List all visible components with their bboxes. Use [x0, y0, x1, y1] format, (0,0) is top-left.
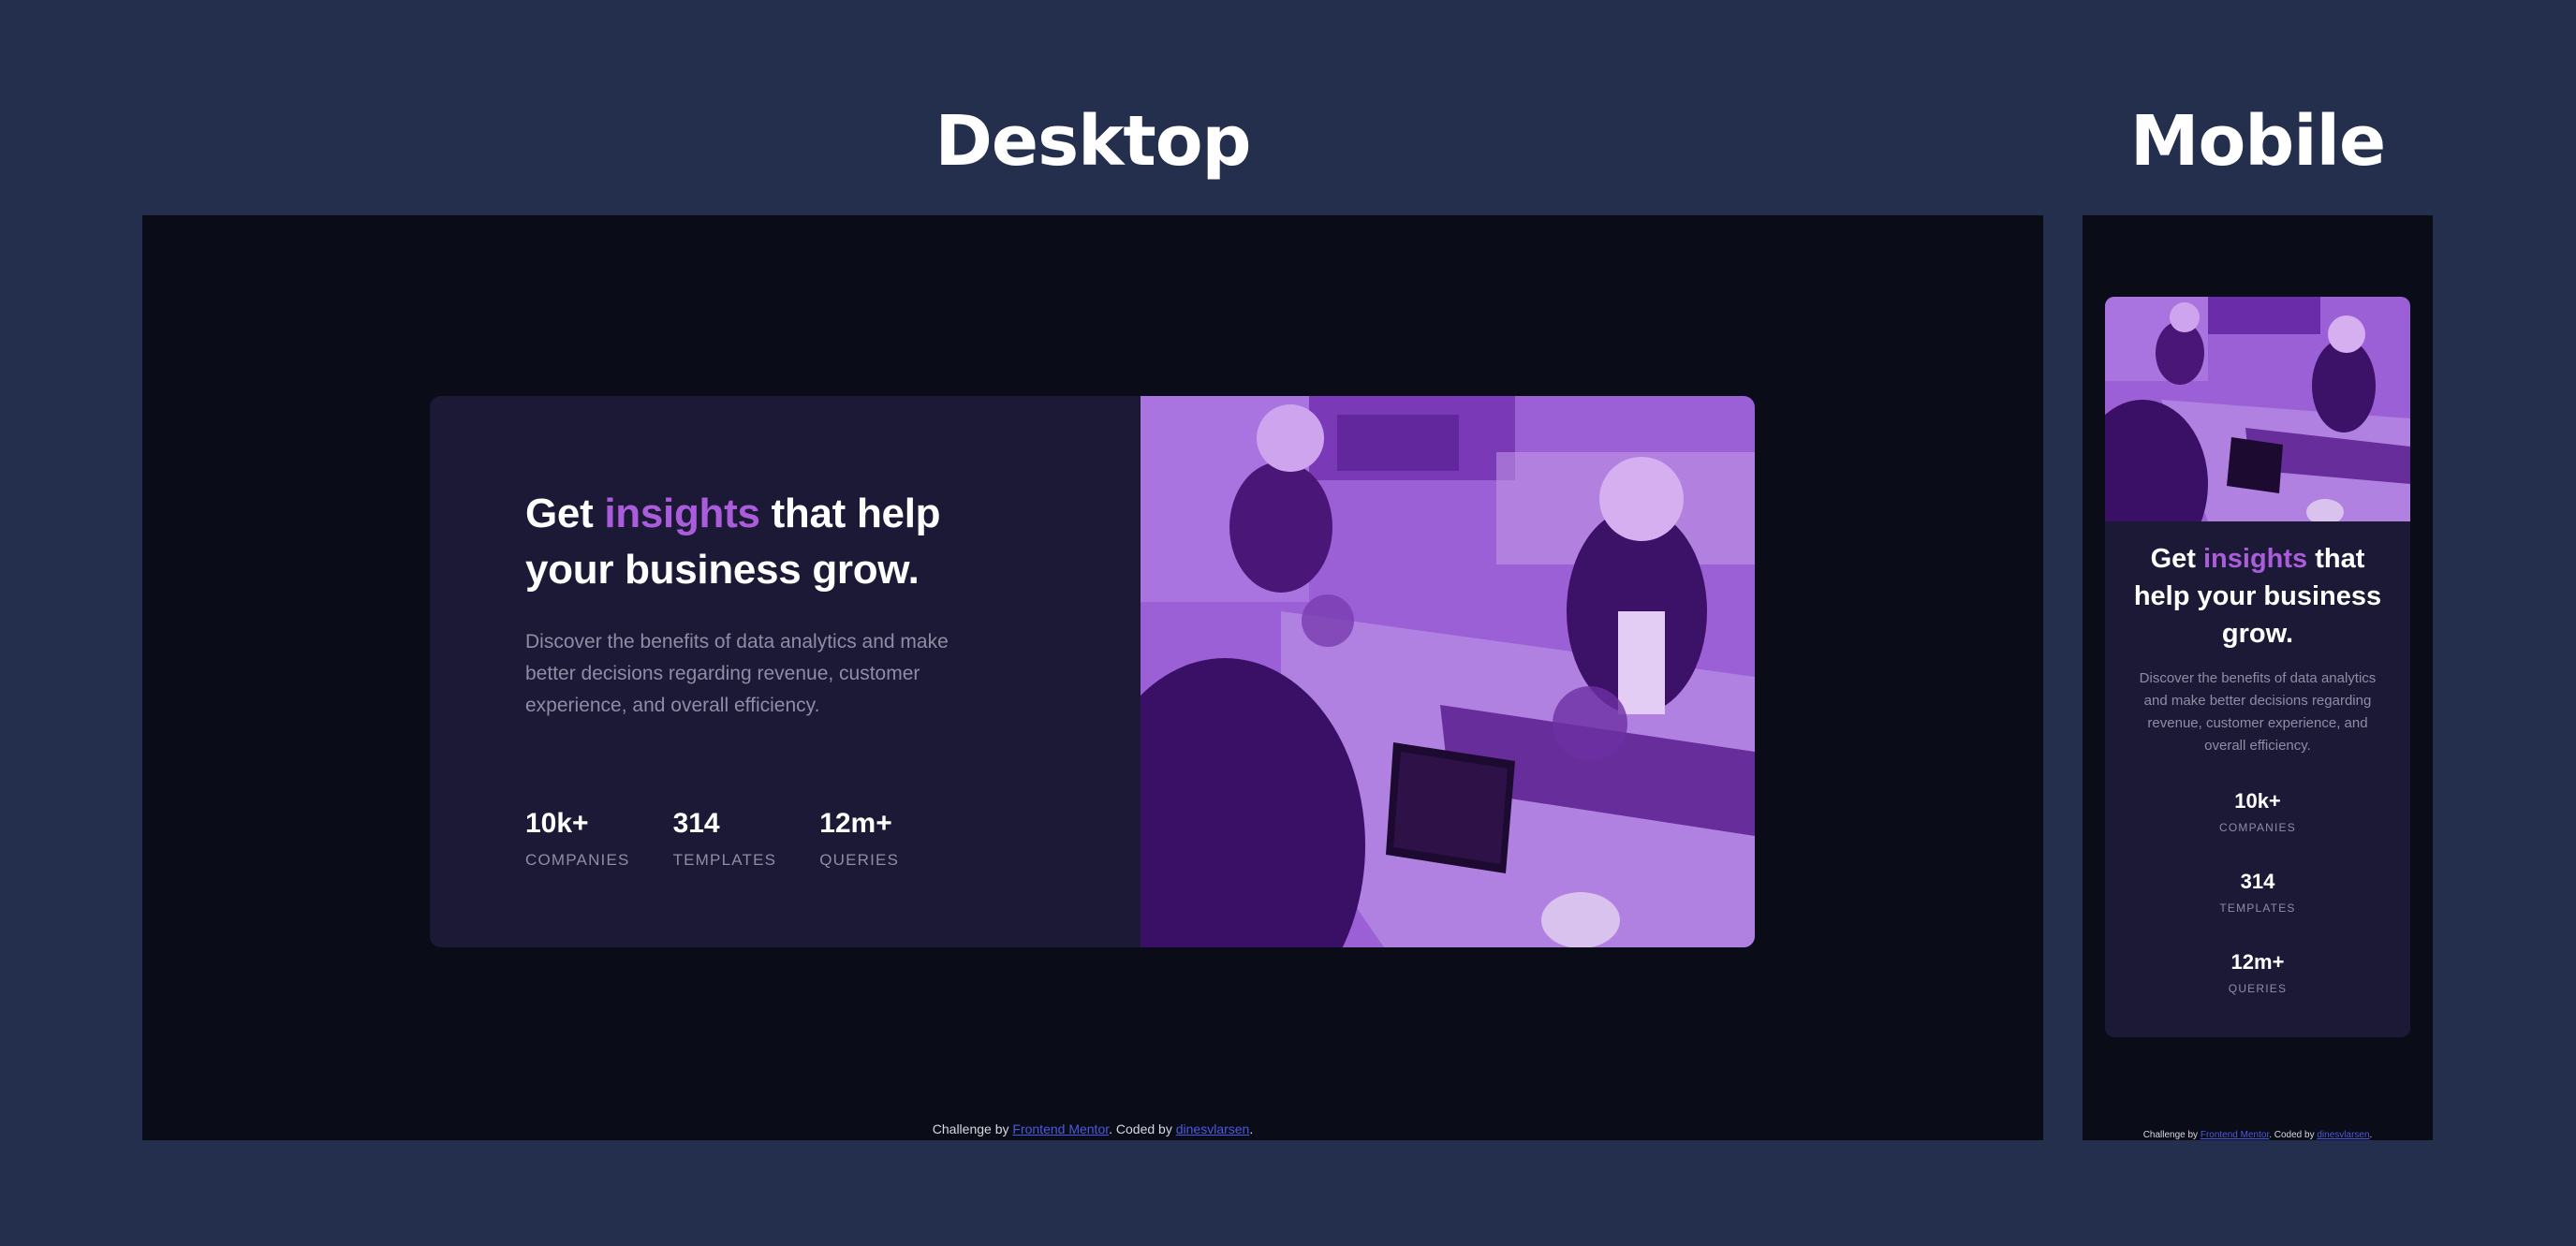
- author-link[interactable]: dinesvlarsen: [1176, 1121, 1250, 1136]
- stats-card: Get insights that help your business gro…: [430, 396, 1755, 947]
- stat-label: TEMPLATES: [672, 851, 777, 869]
- card-title: Get insights that help your business gro…: [2133, 544, 2382, 649]
- card-title: Get insights that help your business gro…: [525, 491, 941, 593]
- stat-value: 12m+: [819, 808, 892, 839]
- stat-label: COMPANIES: [2219, 821, 2296, 834]
- card-description: Discover the benefits of data analytics …: [2139, 670, 2377, 754]
- stat-companies: 10k+ COMPANIES: [2124, 789, 2392, 834]
- stat-label: QUERIES: [2228, 982, 2288, 995]
- stat-value: 314: [672, 808, 720, 839]
- title-accent: insights: [2203, 544, 2308, 574]
- stat-value: 12m+: [2230, 950, 2285, 974]
- title-accent: insights: [604, 491, 760, 536]
- author-link[interactable]: dinesvlarsen: [2317, 1130, 2369, 1140]
- stat-templates: 314 TEMPLATES: [2124, 870, 2392, 915]
- mobile-heading: Mobile: [2129, 101, 2386, 182]
- office-photo-image: [1141, 396, 1755, 947]
- card-content: Get insights that help your business gro…: [525, 486, 1012, 722]
- office-photo-image: [2105, 297, 2410, 521]
- stat-value: 314: [2240, 870, 2275, 893]
- stats-row: 10k+ COMPANIES 314 TEMPLATES 12m+ QUERIE…: [525, 808, 899, 870]
- stat-value: 10k+: [2234, 789, 2281, 813]
- stat-queries: 12m+ QUERIES: [819, 808, 899, 870]
- card-content: Get insights that help your business gro…: [2124, 540, 2392, 1031]
- stat-templates: 314 TEMPLATES: [673, 808, 777, 870]
- frontend-mentor-link[interactable]: Frontend Mentor: [2201, 1130, 2269, 1140]
- stats-column: 10k+ COMPANIES 314 TEMPLATES 12m+ QUERIE…: [2124, 789, 2392, 995]
- stat-label: COMPANIES: [525, 851, 630, 869]
- attribution-footer: Challenge by Frontend Mentor. Coded by d…: [2142, 1130, 2373, 1140]
- attribution-footer: Challenge by Frontend Mentor. Coded by d…: [932, 1121, 1254, 1136]
- frontend-mentor-link[interactable]: Frontend Mentor: [1012, 1121, 1109, 1136]
- card-description: Discover the benefits of data analytics …: [525, 631, 949, 716]
- stat-queries: 12m+ QUERIES: [2124, 950, 2392, 995]
- desktop-preview: Get insights that help your business gro…: [142, 215, 2043, 1140]
- mobile-preview: Get insights that help your business gro…: [2083, 215, 2433, 1140]
- stat-companies: 10k+ COMPANIES: [525, 808, 630, 870]
- stat-value: 10k+: [525, 808, 589, 839]
- desktop-heading: Desktop: [935, 101, 1251, 182]
- stat-label: TEMPLATES: [2219, 902, 2296, 915]
- stats-card-mobile: Get insights that help your business gro…: [2105, 297, 2410, 1037]
- stat-label: QUERIES: [819, 851, 900, 869]
